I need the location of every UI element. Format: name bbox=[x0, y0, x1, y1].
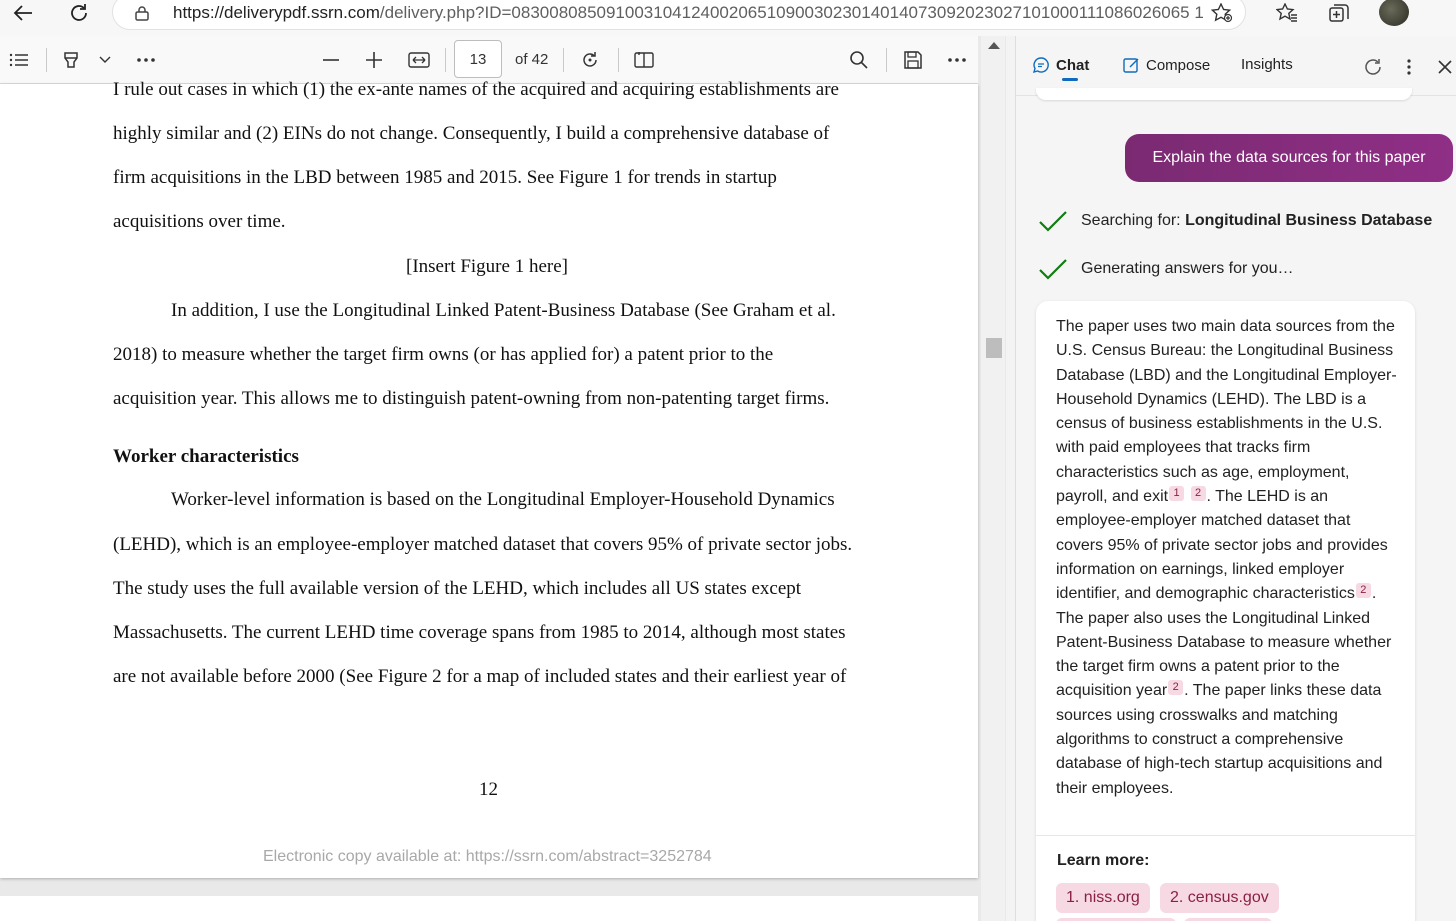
more-tools-icon[interactable] bbox=[134, 48, 158, 72]
fit-width-icon[interactable] bbox=[407, 48, 431, 72]
save-icon[interactable] bbox=[901, 48, 925, 72]
pdf-page: I rule out cases in which (1) the ex-ant… bbox=[0, 79, 978, 878]
paragraph-line: Worker-level information is based on the… bbox=[171, 489, 835, 510]
generating-text: Generating answers for you… bbox=[1081, 260, 1294, 277]
paragraph-line: In addition, I use the Longitudinal Link… bbox=[171, 300, 836, 321]
zoom-in-icon[interactable] bbox=[362, 48, 386, 72]
next-pdf-page bbox=[0, 896, 978, 921]
paragraph-line: Massachusetts. The current LEHD time cov… bbox=[113, 622, 846, 643]
tab-insights-label: Insights bbox=[1241, 56, 1293, 73]
citation-badge[interactable]: 2 bbox=[1190, 486, 1206, 502]
rotate-icon[interactable] bbox=[578, 48, 602, 72]
sidebar-header: Chat Compose Insights bbox=[1016, 36, 1456, 96]
pdf-toolbar: 13 of 42 bbox=[0, 36, 978, 84]
citation-badge[interactable]: 1 bbox=[1169, 486, 1185, 502]
page-footer: Electronic copy available at: https://ss… bbox=[263, 848, 712, 865]
paragraph-line: I rule out cases in which (1) the ex-ant… bbox=[113, 79, 839, 100]
source-link-census[interactable]: 2. census.gov bbox=[1160, 883, 1279, 913]
more-options-icon[interactable] bbox=[1398, 56, 1420, 78]
section-heading: Worker characteristics bbox=[113, 446, 299, 467]
copilot-sidebar: Chat Compose Insights Explain the data s… bbox=[1015, 36, 1456, 921]
pdf-viewer: 13 of 42 I rule out cases in which (1) t… bbox=[0, 36, 1006, 921]
divider bbox=[1036, 835, 1415, 836]
answer-text: The paper uses two main data sources fro… bbox=[1056, 315, 1401, 801]
page-view-icon[interactable] bbox=[632, 48, 656, 72]
source-link-niss[interactable]: 1. niss.org bbox=[1056, 883, 1150, 913]
search-status: Searching for: Longitudinal Business Dat… bbox=[1038, 210, 1432, 232]
paragraph-line: 2018) to measure whether the target firm… bbox=[113, 344, 774, 365]
page-number: 12 bbox=[479, 779, 498, 800]
citation-badge[interactable]: 2 bbox=[1168, 680, 1184, 696]
paragraph-line: acquisitions over time. bbox=[113, 211, 286, 232]
figure-placeholder: [Insert Figure 1 here] bbox=[406, 256, 568, 277]
zoom-out-icon[interactable] bbox=[319, 48, 343, 72]
search-status-prefix: Searching for: bbox=[1081, 212, 1186, 229]
address-bar[interactable]: https://deliverypdf.ssrn.com/delivery.ph… bbox=[112, 0, 1246, 30]
paragraph-line: are not available before 2000 (See Figur… bbox=[113, 666, 847, 687]
paragraph-line: highly similar and (2) EINs do not chang… bbox=[113, 123, 830, 144]
compose-icon bbox=[1123, 58, 1139, 73]
toolbar-divider bbox=[563, 48, 564, 72]
favorites-icon[interactable] bbox=[1272, 0, 1302, 26]
browser-toolbar: https://deliverypdf.ssrn.com/delivery.ph… bbox=[0, 0, 1456, 36]
check-icon bbox=[1039, 211, 1067, 232]
toolbar-divider bbox=[618, 48, 619, 72]
page-number-input[interactable]: 13 bbox=[454, 40, 502, 78]
search-icon[interactable] bbox=[847, 48, 871, 72]
more-options-icon[interactable] bbox=[945, 48, 969, 72]
toolbar-divider bbox=[445, 48, 446, 72]
toolbar-divider bbox=[886, 48, 887, 72]
toolbar-divider bbox=[46, 48, 47, 72]
tab-chat-label: Chat bbox=[1056, 56, 1090, 74]
scroll-thumb[interactable] bbox=[986, 338, 1002, 358]
highlight-icon[interactable] bbox=[59, 48, 83, 72]
profile-avatar[interactable] bbox=[1379, 0, 1409, 26]
collections-icon[interactable] bbox=[1324, 0, 1354, 26]
chat-icon bbox=[1032, 57, 1049, 74]
chevron-down-icon[interactable] bbox=[93, 48, 117, 72]
url-text[interactable]: https://deliverypdf.ssrn.com/delivery.ph… bbox=[173, 3, 1203, 23]
paragraph-line: The study uses the full available versio… bbox=[113, 578, 802, 599]
answer-part: . The paper links these data sources usi… bbox=[1056, 682, 1383, 797]
close-icon[interactable] bbox=[1434, 56, 1456, 78]
answer-part: The paper uses two main data sources fro… bbox=[1056, 318, 1397, 506]
user-message: Explain the data sources for this paper bbox=[1125, 134, 1453, 182]
tab-compose[interactable]: Compose bbox=[1122, 56, 1210, 74]
answer-part: . The LEHD is an employee-employer match… bbox=[1056, 488, 1388, 603]
paragraph-line: acquisition year. This allows me to dist… bbox=[113, 388, 830, 409]
generating-status: Generating answers for you… bbox=[1038, 258, 1294, 280]
refresh-icon[interactable] bbox=[64, 0, 94, 26]
back-icon[interactable] bbox=[8, 0, 38, 26]
citation-badge[interactable]: 2 bbox=[1355, 583, 1371, 599]
previous-card bbox=[1036, 88, 1412, 100]
search-query: Longitudinal Business Database bbox=[1185, 212, 1433, 229]
page-total-label: of 42 bbox=[515, 51, 549, 68]
active-tab-indicator bbox=[1062, 78, 1078, 81]
refresh-chat-icon[interactable] bbox=[1362, 56, 1384, 78]
table-of-contents-icon[interactable] bbox=[7, 48, 31, 72]
check-icon bbox=[1039, 259, 1067, 280]
tab-chat[interactable]: Chat bbox=[1032, 56, 1089, 74]
pdf-scrollbar[interactable] bbox=[981, 36, 1005, 921]
tab-compose-label: Compose bbox=[1146, 56, 1211, 74]
learn-more-label: Learn more: bbox=[1057, 852, 1150, 869]
paragraph-line: (LEHD), which is an employee-employer ma… bbox=[113, 534, 853, 555]
answer-card: The paper uses two main data sources fro… bbox=[1036, 301, 1415, 921]
scroll-up-icon[interactable] bbox=[988, 42, 1000, 49]
add-favorite-icon[interactable] bbox=[1210, 2, 1233, 28]
screen: https://deliverypdf.ssrn.com/delivery.ph… bbox=[0, 0, 1456, 921]
tab-insights[interactable]: Insights bbox=[1241, 56, 1293, 73]
paragraph-line: firm acquisitions in the LBD between 198… bbox=[113, 167, 777, 188]
lock-icon bbox=[135, 5, 149, 26]
